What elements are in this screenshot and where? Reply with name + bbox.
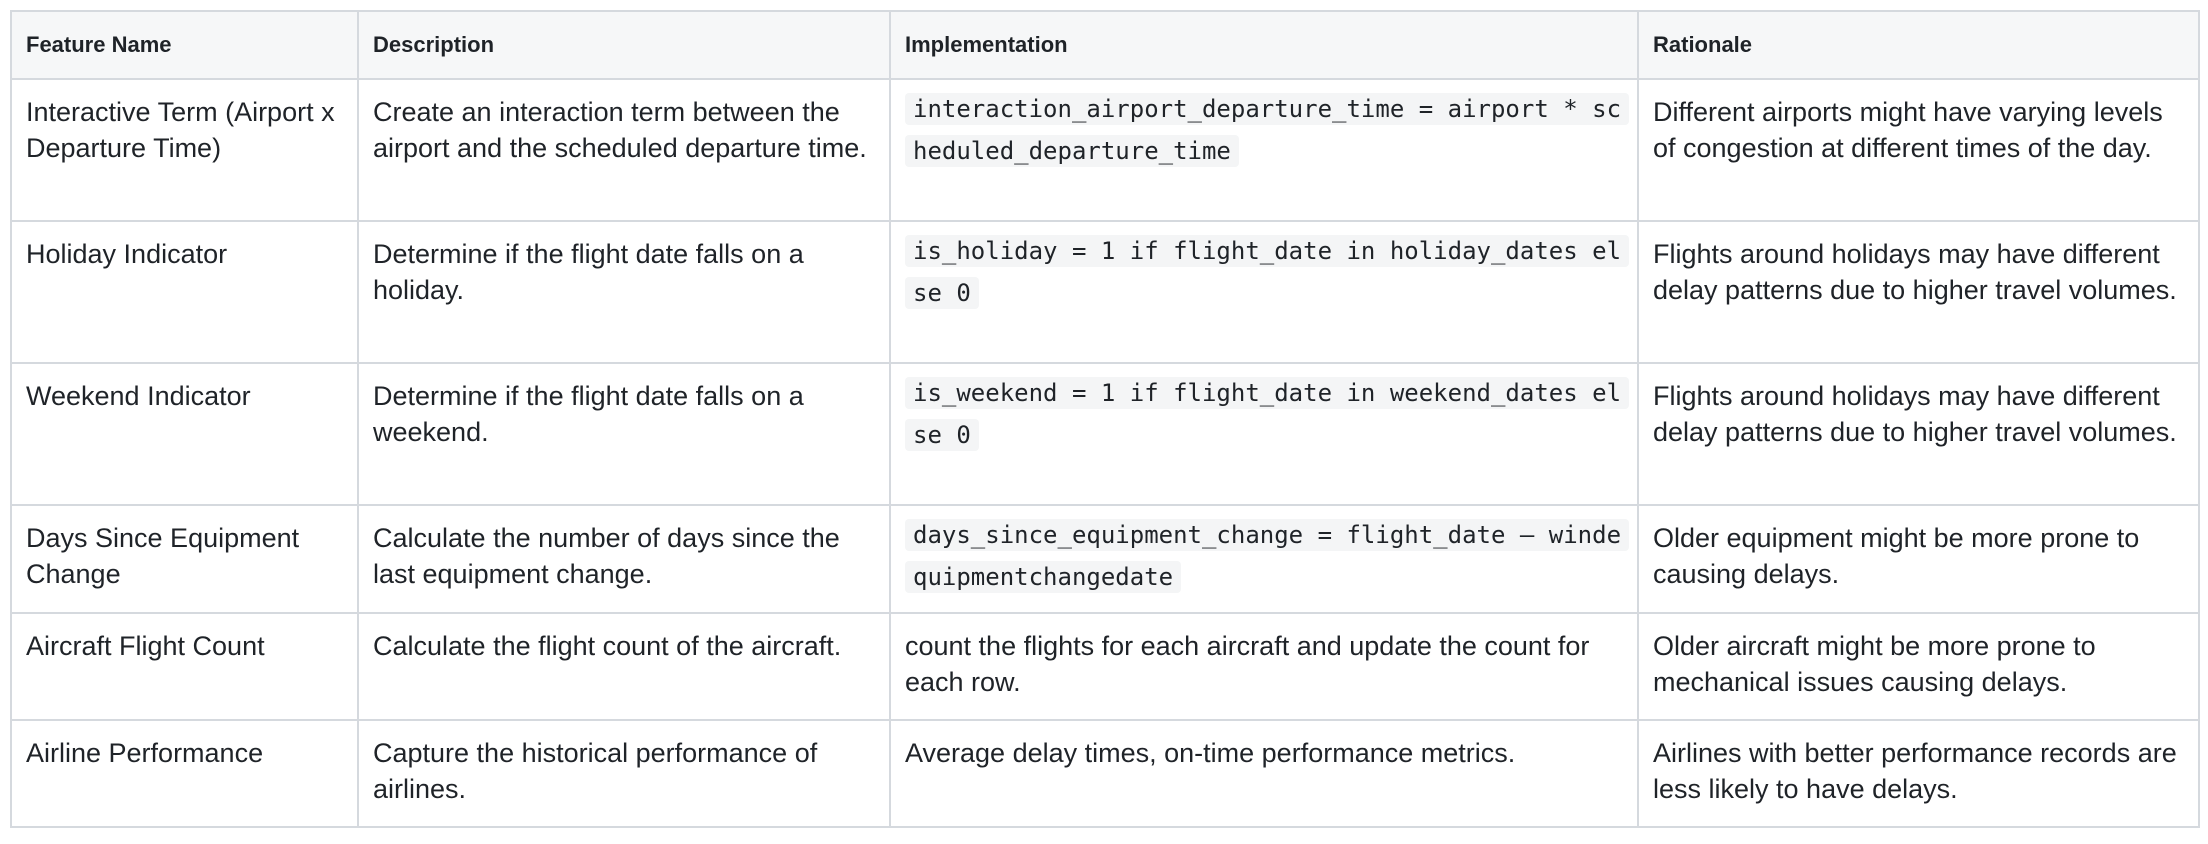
- header-feature-name: Feature Name: [10, 10, 359, 80]
- description-cell: Create an interaction term between the a…: [357, 78, 891, 222]
- table-row: Weekend Indicator Determine if the fligh…: [10, 362, 2200, 506]
- feature-name-cell: Aircraft Flight Count: [10, 612, 359, 721]
- table-row: Days Since Equipment Change Calculate th…: [10, 504, 2200, 614]
- description-cell: Determine if the flight date falls on a …: [357, 220, 891, 364]
- implementation-cell: interaction_airport_departure_time = air…: [889, 78, 1639, 222]
- rationale-cell: Flights around holidays may have differe…: [1637, 220, 2200, 364]
- implementation-cell: days_since_equipment_change = flight_dat…: [889, 504, 1639, 614]
- implementation-cell: count the flights for each aircraft and …: [889, 612, 1639, 721]
- rationale-cell: Older aircraft might be more prone to me…: [1637, 612, 2200, 721]
- rationale-cell: Older equipment might be more prone to c…: [1637, 504, 2200, 614]
- description-cell: Calculate the number of days since the l…: [357, 504, 891, 614]
- table-row: Airline Performance Capture the historic…: [10, 719, 2200, 828]
- header-rationale: Rationale: [1637, 10, 2200, 80]
- implementation-code: is_holiday = 1 if flight_date in holiday…: [905, 235, 1630, 309]
- rationale-cell: Flights around holidays may have differe…: [1637, 362, 2200, 506]
- rationale-cell: Different airports might have varying le…: [1637, 78, 2200, 222]
- description-cell: Capture the historical performance of ai…: [357, 719, 891, 828]
- implementation-code: is_weekend = 1 if flight_date in weekend…: [905, 377, 1630, 451]
- implementation-code: interaction_airport_departure_time = air…: [905, 93, 1630, 167]
- table-header-row: Feature Name Description Implementation …: [10, 10, 2200, 80]
- feature-name-cell: Interactive Term (Airport x Departure Ti…: [10, 78, 359, 222]
- feature-name-cell: Days Since Equipment Change: [10, 504, 359, 614]
- feature-table: Feature Name Description Implementation …: [10, 10, 2200, 828]
- feature-name-cell: Airline Performance: [10, 719, 359, 828]
- header-description: Description: [357, 10, 891, 80]
- table-row: Aircraft Flight Count Calculate the flig…: [10, 612, 2200, 721]
- rationale-cell: Airlines with better performance records…: [1637, 719, 2200, 828]
- header-implementation: Implementation: [889, 10, 1639, 80]
- implementation-code: days_since_equipment_change = flight_dat…: [905, 519, 1630, 593]
- feature-name-cell: Weekend Indicator: [10, 362, 359, 506]
- table-row: Holiday Indicator Determine if the fligh…: [10, 220, 2200, 364]
- description-cell: Determine if the flight date falls on a …: [357, 362, 891, 506]
- implementation-cell: is_weekend = 1 if flight_date in weekend…: [889, 362, 1639, 506]
- implementation-cell: is_holiday = 1 if flight_date in holiday…: [889, 220, 1639, 364]
- feature-table-container: Feature Name Description Implementation …: [10, 10, 2200, 828]
- description-cell: Calculate the flight count of the aircra…: [357, 612, 891, 721]
- table-row: Interactive Term (Airport x Departure Ti…: [10, 78, 2200, 222]
- implementation-cell: Average delay times, on-time performance…: [889, 719, 1639, 828]
- feature-name-cell: Holiday Indicator: [10, 220, 359, 364]
